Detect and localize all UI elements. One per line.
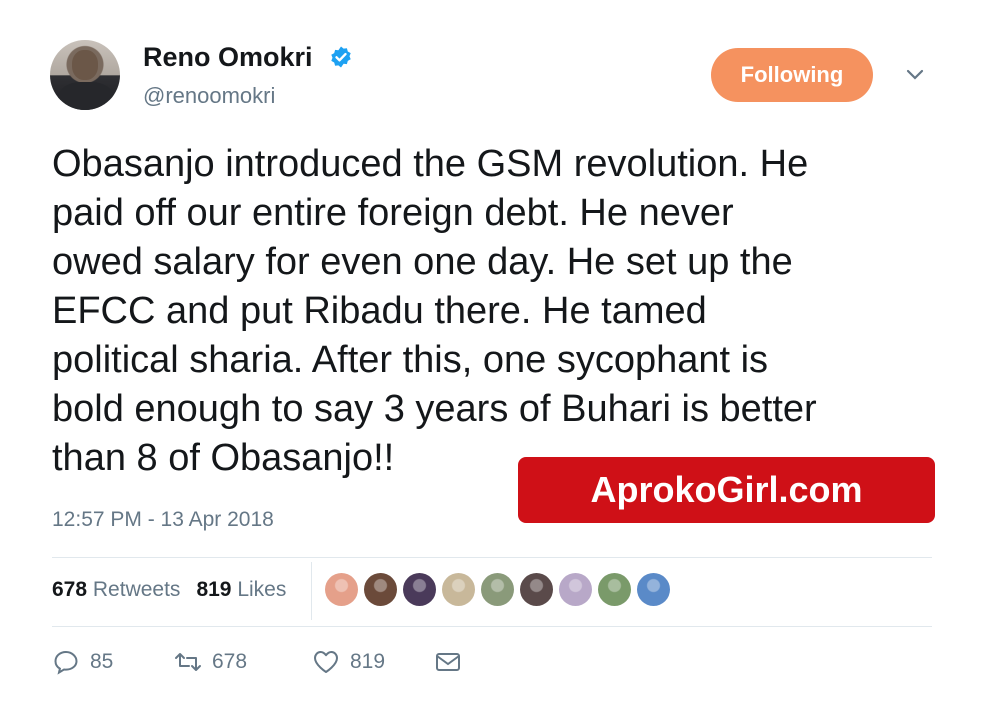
retweet-button[interactable]: 678 bbox=[174, 648, 312, 676]
reply-count: 85 bbox=[90, 650, 114, 673]
retweet-icon bbox=[175, 653, 201, 671]
engagement-stats: 678 Retweets 819 Likes bbox=[52, 578, 286, 602]
chevron-down-icon[interactable] bbox=[905, 68, 925, 82]
watermark: AprokoGirl.com bbox=[518, 457, 935, 523]
direct-message-button[interactable] bbox=[434, 648, 462, 676]
avatar-body bbox=[58, 82, 114, 110]
avatar[interactable] bbox=[50, 40, 120, 110]
message-icon bbox=[436, 653, 460, 671]
reply-button[interactable]: 85 bbox=[52, 648, 174, 676]
likes-stat[interactable]: 819 Likes bbox=[196, 578, 286, 602]
divider bbox=[52, 557, 932, 558]
liker-avatars bbox=[325, 573, 670, 606]
heart-icon bbox=[314, 651, 338, 673]
liker-avatar[interactable] bbox=[481, 573, 514, 606]
user-handle[interactable]: @renoomokri bbox=[143, 83, 275, 109]
tweet-text: Obasanjo introduced the GSM revolution. … bbox=[52, 143, 817, 479]
verified-badge-icon bbox=[331, 46, 351, 68]
liker-avatar[interactable] bbox=[637, 573, 670, 606]
display-name[interactable]: Reno Omokri bbox=[143, 42, 313, 73]
tweet-actions: 85 678 819 bbox=[52, 648, 462, 676]
avatar-head bbox=[72, 50, 98, 80]
like-button[interactable]: 819 bbox=[312, 648, 434, 676]
liker-avatar[interactable] bbox=[403, 573, 436, 606]
liker-avatar[interactable] bbox=[598, 573, 631, 606]
liker-avatar[interactable] bbox=[364, 573, 397, 606]
like-count: 819 bbox=[350, 650, 386, 673]
liker-avatar[interactable] bbox=[559, 573, 592, 606]
liker-avatar[interactable] bbox=[325, 573, 358, 606]
divider bbox=[52, 626, 932, 627]
liker-avatar[interactable] bbox=[520, 573, 553, 606]
retweets-stat[interactable]: 678 Retweets bbox=[52, 578, 180, 602]
liker-avatar[interactable] bbox=[442, 573, 475, 606]
following-button[interactable]: Following bbox=[711, 48, 873, 102]
tweet-timestamp[interactable]: 12:57 PM - 13 Apr 2018 bbox=[52, 508, 274, 532]
retweet-count: 678 bbox=[212, 650, 248, 673]
reply-icon bbox=[54, 650, 78, 675]
stats-separator bbox=[311, 562, 312, 620]
